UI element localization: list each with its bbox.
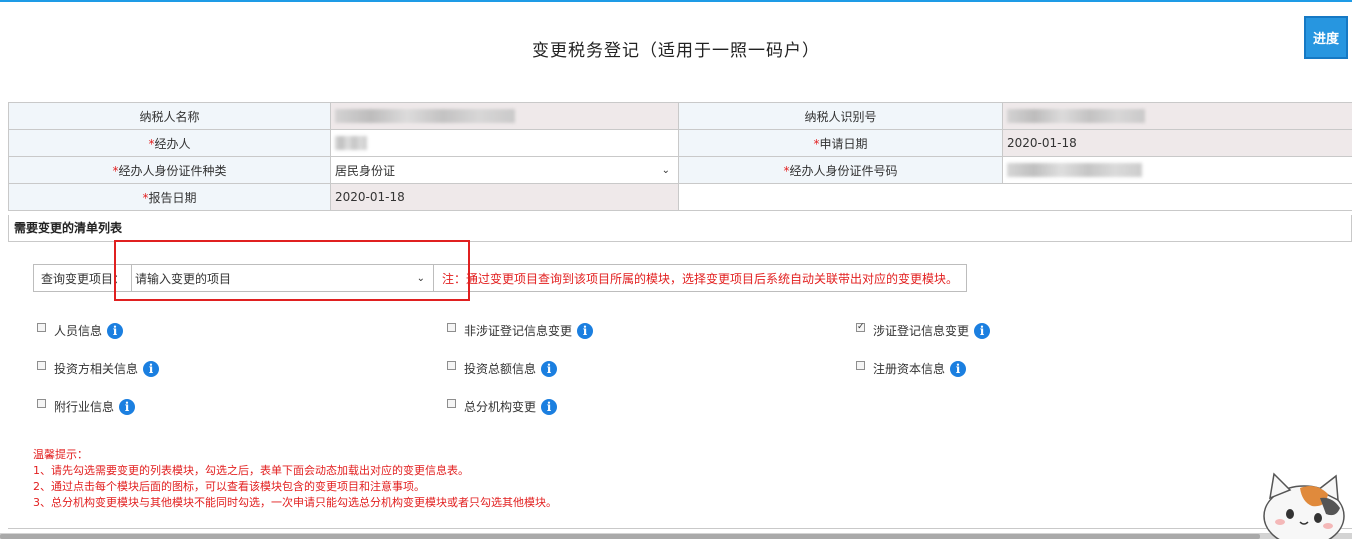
- report-date-value: 2020-01-18: [330, 183, 679, 211]
- scrollbar-thumb[interactable]: [0, 534, 1260, 539]
- info-icon[interactable]: i: [577, 322, 594, 339]
- query-note: 注：通过变更项目查询到该项目所属的模块，选择变更项目后系统自动关联带出对应的变更…: [442, 271, 959, 286]
- table-row: 纳税人名称 纳税人识别号: [8, 102, 1352, 130]
- info-icon[interactable]: i: [143, 360, 160, 377]
- module-label: 投资方相关信息: [54, 362, 139, 376]
- chevron-down-icon: ⌄: [416, 272, 425, 284]
- divider: [8, 528, 1352, 529]
- id-number-label: *经办人身份证件号码: [678, 156, 1003, 184]
- tips-line: 2、通过点击每个模块后面的图标，可以查看该模块包含的变更项目和注意事项。: [33, 480, 425, 493]
- info-icon[interactable]: i: [119, 398, 136, 415]
- id-type-select[interactable]: 居民身份证 ⌄: [330, 156, 679, 184]
- query-change-item-row: 查询变更项目： 请输入变更的项目 ⌄ 注：通过变更项目查询到该项目所属的模块，选…: [33, 264, 967, 292]
- module-label: 总分机构变更: [464, 400, 537, 414]
- info-icon[interactable]: i: [107, 322, 124, 339]
- id-type-selected: 居民身份证: [335, 163, 396, 178]
- module-checkbox-personnel[interactable]: 人员信息 i: [37, 322, 124, 339]
- empty-cell: [678, 183, 1352, 211]
- module-checkbox-additional-industry[interactable]: 附行业信息 i: [37, 398, 136, 415]
- id-type-label: *经办人身份证件种类: [8, 156, 331, 184]
- page-title: 变更税务登记（适用于一照一码户）: [532, 41, 820, 61]
- checkbox[interactable]: [447, 323, 456, 332]
- module-label: 投资总额信息: [464, 362, 537, 376]
- checkbox[interactable]: [37, 323, 46, 332]
- query-change-item-select[interactable]: 请输入变更的项目 ⌄: [131, 265, 434, 291]
- tips-box: 温馨提示： 1、请先勾选需要变更的列表模块，勾选之后，表单下面会动态加载出对应的…: [33, 447, 557, 511]
- taxpayer-name-value: [330, 102, 679, 130]
- checkbox[interactable]: [447, 361, 456, 370]
- checkbox[interactable]: [37, 399, 46, 408]
- tips-line: 1、请先勾选需要变更的列表模块，勾选之后，表单下面会动态加载出对应的变更信息表。: [33, 464, 469, 477]
- module-label: 非涉证登记信息变更: [464, 324, 573, 338]
- module-checkbox-total-investment[interactable]: 投资总额信息 i: [447, 360, 558, 377]
- info-icon[interactable]: i: [950, 360, 967, 377]
- redacted-text: [335, 136, 367, 151]
- redacted-text: [1007, 109, 1145, 124]
- report-date-label: *报告日期: [8, 183, 331, 211]
- info-icon[interactable]: i: [541, 360, 558, 377]
- taxpayer-id-label: 纳税人识别号: [678, 102, 1003, 130]
- table-row: *经办人 *申请日期 2020-01-18: [8, 129, 1352, 157]
- module-label: 涉证登记信息变更: [873, 324, 970, 338]
- checkbox[interactable]: [856, 361, 865, 370]
- query-placeholder: 请输入变更的项目: [135, 271, 232, 286]
- checkbox[interactable]: [37, 361, 46, 370]
- redacted-text: [1007, 163, 1142, 178]
- checkbox-checked[interactable]: ✓: [856, 323, 865, 332]
- cat-mascot-icon: [1263, 472, 1345, 539]
- tips-line: 3、总分机构变更模块与其他模块不能同时勾选，一次申请只能勾选总分机构变更模块或者…: [33, 496, 557, 509]
- taxpayer-info-table: 纳税人名称 纳税人识别号 *经办人 *申请日期 2020-01-18 *经办人身…: [8, 102, 1352, 211]
- query-label: 查询变更项目：: [41, 271, 126, 286]
- checkbox[interactable]: [447, 399, 456, 408]
- module-checkbox-license-registration[interactable]: ✓ 涉证登记信息变更 i: [856, 322, 991, 339]
- table-row: *报告日期 2020-01-18: [8, 183, 1352, 211]
- module-checkbox-non-license-registration[interactable]: 非涉证登记信息变更 i: [447, 322, 594, 339]
- chevron-down-icon: ⌄: [661, 164, 670, 176]
- module-checkbox-registered-capital[interactable]: 注册资本信息 i: [856, 360, 967, 377]
- taxpayer-id-value: [1002, 102, 1352, 130]
- redacted-text: [335, 109, 515, 124]
- module-label: 注册资本信息: [873, 362, 946, 376]
- info-icon[interactable]: i: [541, 398, 558, 415]
- table-row: *经办人身份证件种类 居民身份证 ⌄ *经办人身份证件号码: [8, 156, 1352, 184]
- apply-date-label: *申请日期: [678, 129, 1003, 157]
- info-icon[interactable]: i: [974, 322, 991, 339]
- module-label: 人员信息: [54, 324, 103, 338]
- agent-label: *经办人: [8, 129, 331, 157]
- agent-value[interactable]: [330, 129, 679, 157]
- module-checkbox-branch-change[interactable]: 总分机构变更 i: [447, 398, 558, 415]
- tips-title: 温馨提示：: [33, 448, 88, 461]
- id-number-field[interactable]: [1002, 156, 1352, 184]
- apply-date-value: 2020-01-18: [1002, 129, 1352, 157]
- top-accent-line: [0, 0, 1352, 2]
- change-list-header: 需要变更的清单列表: [8, 215, 1352, 242]
- module-label: 附行业信息: [54, 400, 115, 414]
- taxpayer-name-label: 纳税人名称: [8, 102, 331, 130]
- progress-button[interactable]: 进度: [1304, 16, 1348, 59]
- module-checkbox-investor[interactable]: 投资方相关信息 i: [37, 360, 160, 377]
